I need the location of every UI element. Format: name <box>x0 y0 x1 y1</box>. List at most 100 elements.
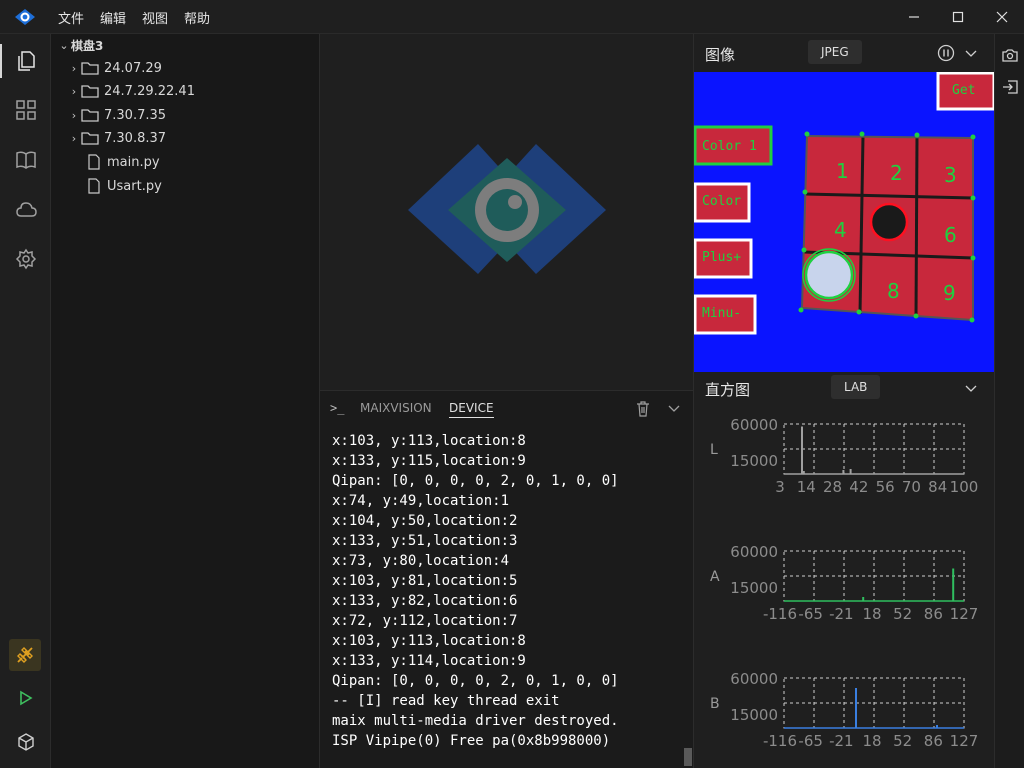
file-explorer: ⌄ 棋盘3 › 24.07.29 › 24.7.29.22.41 › 7.30.… <box>51 34 320 768</box>
minimize-button[interactable] <box>892 0 936 34</box>
right-toolbar <box>994 34 1024 768</box>
cloud-icon <box>16 202 37 217</box>
histogram-panel-title: 直方图 <box>705 381 751 399</box>
terminal-scrollbar[interactable] <box>684 748 692 766</box>
package-button[interactable] <box>13 729 39 755</box>
menu-file[interactable]: 文件 <box>58 8 84 27</box>
histogram-b: B 60000 15000 -116 -65 -21 18 52 86 127 <box>710 670 978 750</box>
x-tick-label: 18 <box>862 732 881 750</box>
tree-folder[interactable]: › 7.30.8.37 <box>51 127 319 149</box>
y-tick-label: 60000 <box>730 543 778 561</box>
maximize-button[interactable] <box>936 0 980 34</box>
chevron-right-icon: › <box>71 61 77 75</box>
terminal-line: Qipan: [0, 0, 0, 0, 2, 0, 1, 0, 0] <box>332 673 619 689</box>
folder-label: 24.07.29 <box>104 60 162 76</box>
terminal-line: maix multi-media driver destroyed. <box>332 713 619 729</box>
color-label: Color <box>702 194 741 209</box>
chevron-down-icon[interactable] <box>965 383 977 393</box>
tree-file[interactable]: main.py <box>51 151 319 173</box>
x-tick-label: 127 <box>950 732 979 750</box>
files-icon <box>18 51 35 71</box>
channel-label: L <box>710 442 718 458</box>
minimize-icon <box>909 16 919 18</box>
terminal-prompt-icon: >_ <box>330 401 345 415</box>
terminal-line: x:103, y:113,location:8 <box>332 433 526 449</box>
cell-label: 4 <box>834 218 847 242</box>
docs-button[interactable] <box>13 147 39 173</box>
histogram-l: L 60000 15000 3 14 28 42 56 70 84 100 <box>710 416 978 496</box>
folder-icon <box>81 109 99 122</box>
x-tick-label: 84 <box>928 478 947 496</box>
cell-label: 2 <box>890 161 903 185</box>
x-tick-label: 28 <box>823 478 842 496</box>
x-tick-label: 3 <box>775 478 785 496</box>
plus-label: Plus+ <box>702 250 741 265</box>
menu-edit[interactable]: 编辑 <box>100 8 126 27</box>
menu-bar: 文件 编辑 视图 帮助 <box>58 0 226 34</box>
terminal-line: x:74, y:49,location:1 <box>332 493 510 509</box>
folder-label: 7.30.7.35 <box>104 107 167 123</box>
terminal-line: x:133, y:115,location:9 <box>332 453 526 469</box>
tree-root[interactable]: ⌄ 棋盘3 <box>51 34 319 56</box>
chevron-right-icon: › <box>71 108 77 122</box>
menu-view[interactable]: 视图 <box>142 8 168 27</box>
tree-folder[interactable]: › 24.07.29 <box>51 57 319 79</box>
x-tick-label: 127 <box>950 605 979 623</box>
x-tick-label: 18 <box>862 605 881 623</box>
tree-file[interactable]: Usart.py <box>51 175 319 197</box>
chevron-down-icon[interactable] <box>668 403 680 413</box>
settings-button[interactable] <box>13 246 39 272</box>
menu-help[interactable]: 帮助 <box>184 8 210 27</box>
file-icon <box>88 154 100 170</box>
examples-button[interactable] <box>13 97 39 123</box>
x-tick-label: 52 <box>893 605 912 623</box>
chevron-down-icon: ⌄ <box>59 38 69 52</box>
terminal-output[interactable]: x:103, y:113,location:8 x:133, y:115,loc… <box>320 426 693 768</box>
histogram-mode-select[interactable]: LAB <box>831 375 881 399</box>
grid-icon <box>16 100 36 120</box>
terminal-line: x:104, y:50,location:2 <box>332 513 518 529</box>
camera-icon[interactable] <box>1002 48 1018 62</box>
y-tick-label: 60000 <box>730 670 778 688</box>
chevron-down-icon[interactable] <box>965 48 977 58</box>
close-button[interactable] <box>980 0 1024 34</box>
x-tick-label: -116 <box>763 605 797 623</box>
run-button[interactable] <box>13 685 39 711</box>
close-icon <box>996 11 1008 23</box>
file-icon <box>88 178 100 194</box>
x-tick-label: 86 <box>924 732 943 750</box>
device-connect-button[interactable] <box>9 639 41 671</box>
maixvision-watermark-icon <box>408 144 606 274</box>
cell-label: 1 <box>836 159 849 183</box>
cell-label: 8 <box>887 279 900 303</box>
trash-icon[interactable] <box>636 401 650 417</box>
folder-label: 24.7.29.22.41 <box>104 83 195 99</box>
package-icon <box>18 733 34 751</box>
terminal-line: x:103, y:81,location:5 <box>332 573 518 589</box>
white-piece <box>804 250 854 300</box>
tree-folder[interactable]: › 24.7.29.22.41 <box>51 80 319 102</box>
x-tick-label: 86 <box>924 605 943 623</box>
y-tick-label: 15000 <box>730 706 778 724</box>
y-tick-label: 15000 <box>730 579 778 597</box>
folder-label: 7.30.8.37 <box>104 130 167 146</box>
login-icon[interactable] <box>1002 80 1018 94</box>
terminal-line: x:103, y:113,location:8 <box>332 633 526 649</box>
x-tick-label: 42 <box>849 478 868 496</box>
x-tick-label: -21 <box>829 605 854 623</box>
tree-folder[interactable]: › 7.30.7.35 <box>51 104 319 126</box>
tab-maixvision[interactable]: MAIXVISION <box>360 401 432 415</box>
file-label: Usart.py <box>107 178 162 194</box>
y-tick-label: 15000 <box>730 452 778 470</box>
editor-area <box>320 34 693 390</box>
camera-preview[interactable]: 1 2 3 4 5 6 7 8 9 Color 1 Color Plu <box>694 72 994 372</box>
cloud-button[interactable] <box>13 197 39 223</box>
pause-icon[interactable] <box>937 44 955 62</box>
explorer-button[interactable] <box>0 44 39 78</box>
chevron-right-icon: › <box>71 84 77 98</box>
x-tick-label: -21 <box>829 732 854 750</box>
x-tick-label: 100 <box>950 478 979 496</box>
tab-device[interactable]: DEVICE <box>449 401 494 418</box>
y-tick-label: 60000 <box>730 416 778 434</box>
image-format-select[interactable]: JPEG <box>808 40 862 64</box>
